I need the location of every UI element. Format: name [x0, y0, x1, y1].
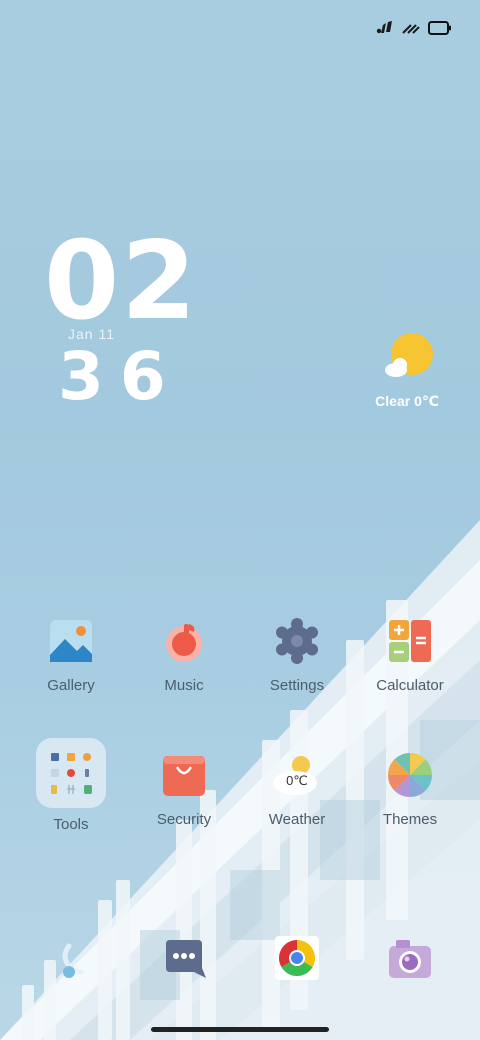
app-music[interactable]: Music	[128, 613, 240, 694]
app-label: Security	[156, 811, 212, 828]
app-themes[interactable]: Themes	[354, 747, 466, 828]
chrome-icon	[269, 930, 325, 986]
app-label: Gallery	[47, 677, 95, 694]
app-settings[interactable]: Settings	[241, 613, 353, 694]
clock-minute: 36	[58, 338, 182, 415]
battery-icon	[428, 21, 452, 35]
app-calculator[interactable]: Calculator	[354, 613, 466, 694]
app-label: Tools	[53, 816, 89, 833]
app-label: Settings	[269, 677, 325, 694]
app-weather[interactable]: 0℃ Weather	[241, 747, 353, 828]
gear-icon	[269, 613, 325, 669]
dock-messages[interactable]	[128, 930, 240, 986]
music-icon	[156, 613, 212, 669]
app-gallery[interactable]: Gallery	[15, 613, 127, 694]
gallery-icon	[43, 613, 99, 669]
weather-icon: 0℃	[269, 747, 325, 803]
clock-hour: 02	[44, 219, 199, 344]
messages-icon	[156, 930, 212, 986]
phone-icon	[43, 930, 99, 986]
wifi-icon	[402, 21, 420, 35]
weather-widget-label: Clear 0℃	[375, 393, 439, 409]
calculator-icon	[382, 613, 438, 669]
clock-widget[interactable]: 02 Jan 11 36	[44, 219, 199, 410]
dock-phone[interactable]	[15, 930, 127, 986]
app-label: Themes	[382, 811, 438, 828]
wallpaper-building	[0, 520, 480, 1040]
status-bar	[376, 14, 452, 42]
signal-icon	[376, 21, 394, 35]
home-indicator[interactable]	[151, 1027, 329, 1032]
dock-chrome[interactable]	[241, 930, 353, 986]
app-tools-folder[interactable]: Tools	[15, 738, 127, 833]
app-label: Calculator	[376, 677, 444, 694]
dock-camera[interactable]	[354, 930, 466, 986]
folder-icon	[36, 738, 106, 808]
app-label: Weather	[268, 811, 326, 828]
themes-icon	[382, 747, 438, 803]
app-security[interactable]: Security	[128, 747, 240, 828]
camera-icon	[382, 930, 438, 986]
weather-badge-text: 0℃	[286, 773, 308, 788]
weather-widget[interactable]: Clear 0℃	[375, 332, 442, 410]
security-bag-icon	[156, 747, 212, 803]
sun-cloud-icon	[378, 332, 442, 387]
app-label: Music	[164, 677, 204, 694]
